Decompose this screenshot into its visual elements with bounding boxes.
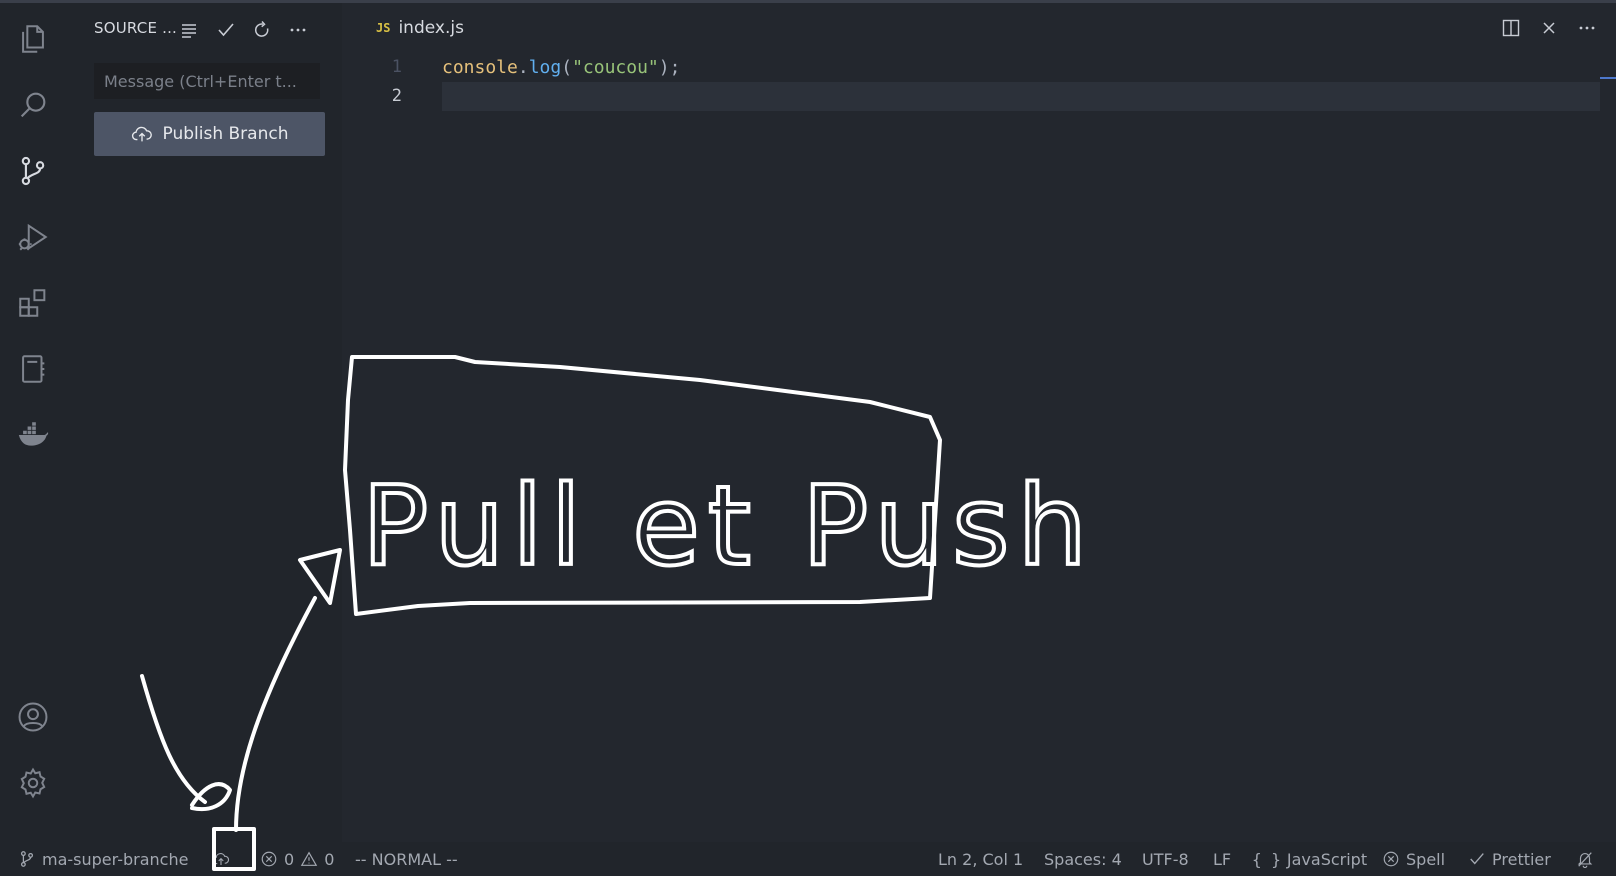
check-icon [1470,853,1484,865]
javascript-file-icon: JS [376,21,391,35]
problems-indicator[interactable]: 0 0 [260,842,334,876]
explorer-icon[interactable] [0,11,66,67]
commit-message-input[interactable] [94,63,320,99]
code-token-paren-open: ( [561,57,573,78]
code-editor[interactable]: 1 2 console.log("coucou"); [342,53,1616,842]
close-icon[interactable] [1536,15,1562,41]
line-number: 2 [391,86,402,106]
editor-actions [1498,3,1616,53]
run-debug-icon[interactable] [0,209,66,265]
branch-indicator[interactable]: ma-super-branche [18,842,188,876]
cloud-upload-icon [131,126,152,142]
notifications-bell-icon[interactable] [1576,842,1594,876]
error-count: 0 [284,849,295,869]
code-line-current[interactable] [442,82,1600,111]
cloud-upload-icon [212,853,230,865]
code-token-string: "coucou" [572,57,659,78]
refresh-icon[interactable] [249,17,275,43]
line-ending-setting[interactable]: LF [1213,842,1231,876]
prettier-status[interactable]: Prettier [1468,842,1551,876]
tab-index-js[interactable]: JS index.js [342,3,492,53]
branch-name: ma-super-branche [42,849,189,869]
line-number: 1 [391,57,402,77]
vertical-scrollbar[interactable] [1600,53,1616,842]
git-branch-icon [20,851,34,867]
notebook-icon[interactable] [0,341,66,397]
activity-bar [0,3,66,842]
warning-count: 0 [324,849,335,869]
panel-title: SOURCE ... [94,19,178,37]
settings-gear-icon[interactable] [0,755,66,811]
publish-changes-button[interactable] [212,842,230,876]
code-token-function: log [528,57,562,78]
error-icon [1383,851,1399,867]
warning-icon [300,851,318,866]
split-editor-icon[interactable] [1498,15,1524,41]
more-actions-icon[interactable] [1574,15,1600,41]
code-token-paren-close: ); [658,57,681,78]
code-token-dot: . [517,57,529,78]
scrollbar-cursor-marker [1600,77,1616,79]
source-control-icon[interactable] [0,143,66,199]
error-icon [261,851,277,867]
spell-label: Spell [1406,849,1446,869]
language-mode[interactable]: { } JavaScript [1252,842,1367,876]
commit-check-icon[interactable] [213,17,239,43]
extensions-icon[interactable] [0,275,66,331]
code-line[interactable]: console.log("coucou"); [442,53,1600,82]
editor-tab-bar: JS index.js [342,3,1616,53]
search-icon[interactable] [0,77,66,133]
code-token-object: console [442,57,518,78]
indentation-setting[interactable]: Spaces: 4 [1044,842,1122,876]
language-label: JavaScript [1286,849,1368,869]
publish-branch-label: Publish Branch [162,124,289,144]
line-number-gutter: 1 2 [342,53,412,111]
view-as-list-icon[interactable] [176,17,202,43]
code-lines[interactable]: console.log("coucou"); [442,53,1600,111]
spell-checker[interactable]: Spell [1382,842,1445,876]
account-icon[interactable] [0,689,66,745]
tab-label: index.js [398,18,464,38]
vim-mode: -- NORMAL -- [355,849,458,869]
docker-icon[interactable] [0,407,66,463]
more-actions-icon[interactable] [285,17,311,43]
status-bar: ma-super-branche 0 0 -- NORMAL -- Ln 2, … [0,842,1616,876]
prettier-label: Prettier [1492,849,1551,869]
cursor-position[interactable]: Ln 2, Col 1 [938,842,1023,876]
publish-branch-button[interactable]: Publish Branch [94,112,325,156]
encoding-setting[interactable]: UTF-8 [1142,842,1189,876]
braces-icon: { } [1252,849,1281,869]
source-control-panel: SOURCE ... Publish Branch [66,3,342,842]
